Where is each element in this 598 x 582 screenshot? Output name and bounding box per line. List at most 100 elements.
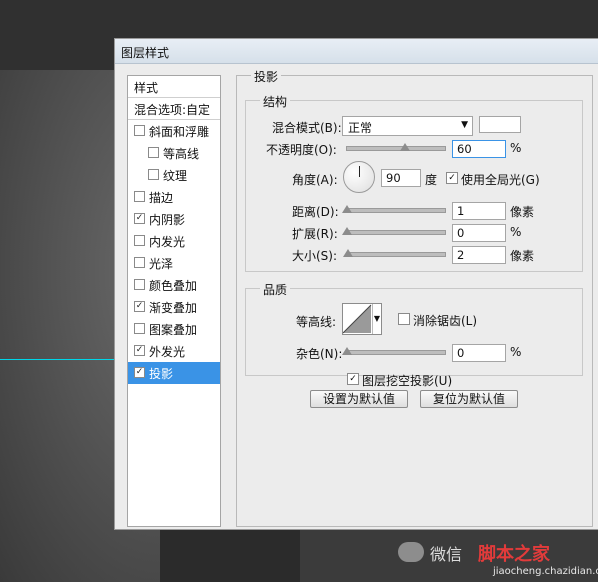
blend-options-label: 混合选项:自定: [134, 103, 211, 117]
style-item[interactable]: 描边: [128, 186, 220, 208]
noise-slider-thumb[interactable]: [342, 347, 352, 355]
watermark-text: 微信: [430, 545, 463, 564]
anti-alias-label: 消除锯齿(L): [413, 314, 478, 328]
reset-default-button[interactable]: 复位为默认值: [420, 390, 518, 408]
size-field[interactable]: 2: [452, 246, 506, 264]
drop-shadow-title: 投影: [251, 68, 282, 85]
angle-dial-hand: [359, 166, 360, 177]
shadow-color-swatch[interactable]: [479, 116, 521, 133]
style-item[interactable]: 图案叠加: [128, 318, 220, 340]
dialog-titlebar[interactable]: 图层样式: [115, 39, 598, 64]
noise-label: 杂色(N):: [296, 347, 343, 361]
watermark: 微信 脚本之家 jiaocheng.chazidian.com: [398, 538, 598, 582]
distance-slider-track[interactable]: [346, 208, 446, 213]
style-item[interactable]: ✓ 投影: [128, 362, 220, 384]
drop-shadow-settings: 投影 结构 混合模式(B): 正常 ▼ 不透明度(O): 60 % 角度(A):…: [236, 68, 593, 527]
global-light-label: 使用全局光(G): [461, 173, 540, 187]
style-item-checkbox[interactable]: [134, 235, 145, 246]
wechat-icon: [398, 542, 424, 562]
style-item-label: 纹理: [163, 169, 188, 183]
style-item-label: 内发光: [149, 235, 186, 249]
blend-mode-select[interactable]: 正常 ▼: [342, 116, 473, 136]
blend-mode-value: 正常: [348, 121, 373, 135]
styles-header[interactable]: 样式: [128, 76, 220, 98]
dialog-title: 图层样式: [121, 46, 170, 60]
noise-unit: %: [510, 345, 522, 359]
spread-field[interactable]: 0: [452, 224, 506, 242]
style-item-label: 外发光: [149, 345, 186, 359]
noise-slider-track[interactable]: [346, 350, 446, 355]
style-item-label: 颜色叠加: [149, 279, 198, 293]
style-item[interactable]: ✓ 内阴影: [128, 208, 220, 230]
opacity-label: 不透明度(O):: [266, 143, 337, 157]
opacity-slider-track[interactable]: [346, 146, 446, 151]
style-item[interactable]: 颜色叠加: [128, 274, 220, 296]
make-default-button[interactable]: 设置为默认值: [310, 390, 408, 408]
style-item-checkbox[interactable]: [148, 147, 159, 158]
opacity-slider-thumb[interactable]: [399, 143, 410, 151]
knockout-label: 图层挖空投影(U): [362, 374, 453, 388]
style-item-checkbox[interactable]: [134, 323, 145, 334]
style-item-checkbox[interactable]: ✓: [134, 367, 145, 378]
style-item-checkbox[interactable]: ✓: [134, 301, 145, 312]
structure-group: 结构 混合模式(B): 正常 ▼ 不透明度(O): 60 % 角度(A): 90…: [245, 93, 583, 272]
angle-dial[interactable]: [343, 161, 375, 193]
guide-line: [0, 359, 118, 360]
anti-alias-checkbox[interactable]: [398, 313, 410, 325]
angle-label: 角度(A):: [292, 173, 338, 187]
style-item[interactable]: 纹理: [128, 164, 220, 186]
contour-label: 等高线:: [296, 315, 337, 329]
angle-unit: 度: [425, 173, 438, 187]
distance-label: 距离(D):: [292, 205, 339, 219]
styles-list: 样式 混合选项:自定 斜面和浮雕等高线纹理描边 ✓ 内阴影内发光光泽颜色叠加 ✓ 渐变叠…: [127, 75, 221, 527]
chevron-down-icon: ▼: [461, 120, 468, 130]
knockout-checkbox[interactable]: ✓: [347, 373, 359, 385]
style-item-checkbox[interactable]: [148, 169, 159, 180]
noise-field[interactable]: 0: [452, 344, 506, 362]
style-item-checkbox[interactable]: ✓: [134, 345, 145, 356]
global-light-checkbox[interactable]: ✓: [446, 172, 458, 184]
size-slider-track[interactable]: [346, 252, 446, 257]
style-item-checkbox[interactable]: [134, 279, 145, 290]
contour-curve-icon: [342, 304, 372, 334]
angle-field[interactable]: 90: [381, 169, 421, 187]
style-item-label: 斜面和浮雕: [149, 125, 210, 139]
size-slider-thumb[interactable]: [343, 249, 353, 257]
style-item-checkbox[interactable]: [134, 191, 145, 202]
spread-slider-thumb[interactable]: [342, 227, 352, 235]
spread-slider-track[interactable]: [346, 230, 446, 235]
watermark-site: jiaocheng.chazidian.com: [493, 566, 598, 577]
style-item-label: 图案叠加: [149, 323, 198, 337]
style-item-label: 投影: [149, 367, 174, 381]
opacity-field[interactable]: 60: [452, 140, 506, 158]
blend-options-item[interactable]: 混合选项:自定: [128, 98, 220, 120]
distance-slider-thumb[interactable]: [342, 205, 352, 213]
distance-field[interactable]: 1: [452, 202, 506, 220]
style-item-label: 描边: [149, 191, 174, 205]
layer-style-dialog: 图层样式 样式 混合选项:自定 斜面和浮雕等高线纹理描边 ✓ 内阴影内发光光泽颜色叠…: [114, 38, 598, 530]
spread-label: 扩展(R):: [292, 227, 338, 241]
style-item-checkbox[interactable]: [134, 257, 145, 268]
chevron-down-icon[interactable]: ▼: [372, 304, 381, 334]
blend-mode-label: 混合模式(B):: [272, 121, 342, 135]
style-item-label: 等高线: [163, 147, 200, 161]
size-label: 大小(S):: [292, 249, 338, 263]
quality-group: 品质 等高线: ▼ 消除锯齿(L) 杂色(N): 0 %: [245, 281, 583, 376]
distance-unit: 像素: [510, 205, 535, 219]
size-unit: 像素: [510, 249, 535, 263]
style-item-checkbox[interactable]: [134, 125, 145, 136]
style-item-label: 内阴影: [149, 213, 186, 227]
opacity-unit: %: [510, 141, 522, 155]
style-item[interactable]: ✓ 外发光: [128, 340, 220, 362]
style-item[interactable]: 光泽: [128, 252, 220, 274]
spread-unit: %: [510, 225, 522, 239]
style-item[interactable]: 斜面和浮雕: [128, 120, 220, 142]
contour-picker[interactable]: ▼: [342, 303, 382, 335]
style-item[interactable]: 内发光: [128, 230, 220, 252]
watermark-brand: 脚本之家: [478, 544, 550, 565]
style-item[interactable]: ✓ 渐变叠加: [128, 296, 220, 318]
style-item[interactable]: 等高线: [128, 142, 220, 164]
style-item-checkbox[interactable]: ✓: [134, 213, 145, 224]
quality-title: 品质: [260, 281, 291, 298]
style-item-label: 光泽: [149, 257, 174, 271]
